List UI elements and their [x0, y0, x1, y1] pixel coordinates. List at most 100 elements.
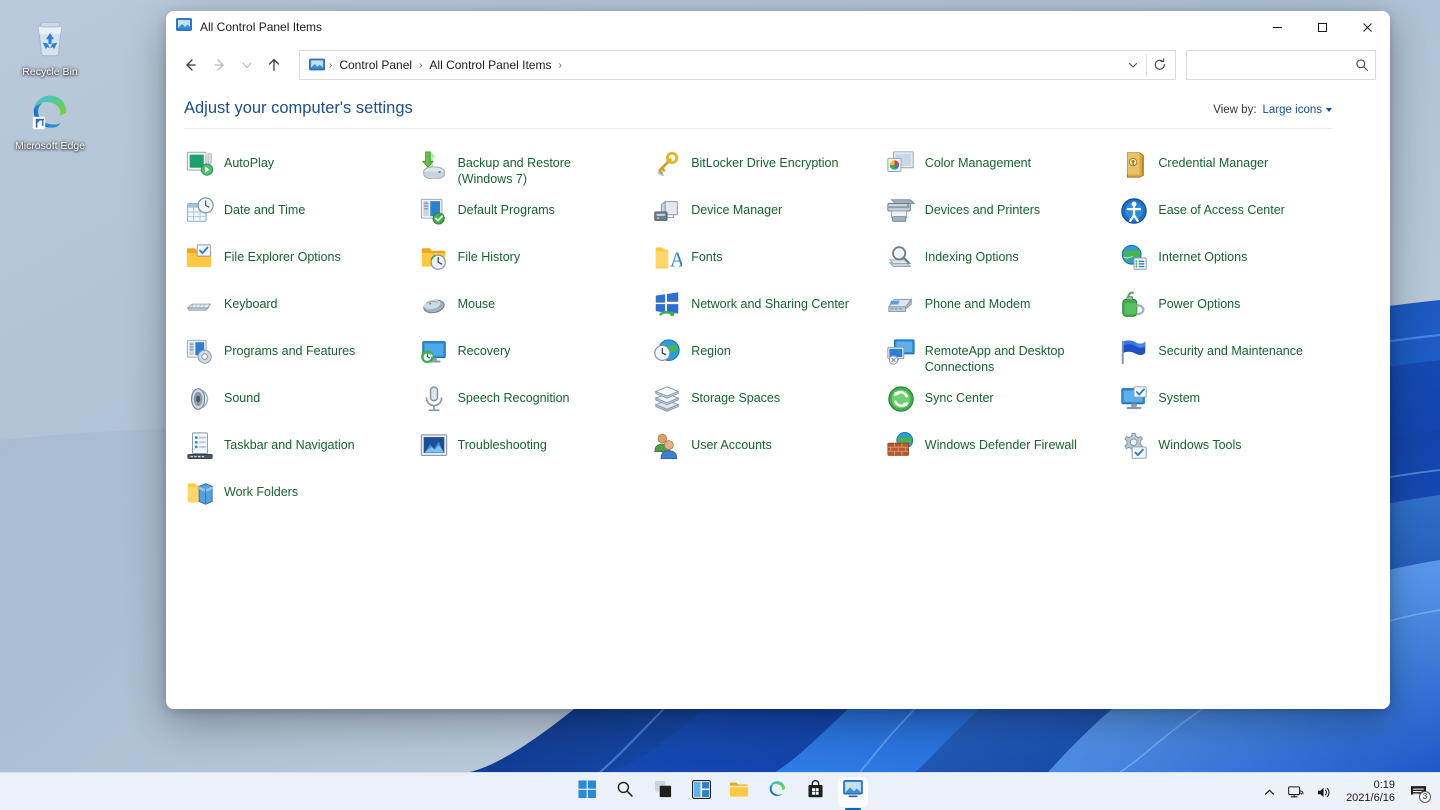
control-panel-item-device-manager[interactable]: Device Manager [649, 192, 883, 239]
control-panel-item-label: Sync Center [924, 391, 994, 405]
indexing-options-icon [885, 242, 917, 274]
control-panel-item-bitlocker-drive-encryption[interactable]: BitLocker Drive Encryption [649, 145, 883, 192]
page-title: Adjust your computer's settings [184, 99, 413, 117]
ease-of-access-icon [1118, 195, 1150, 227]
breadcrumb-item-control-panel[interactable]: Control Panel [334, 55, 417, 75]
notifications-button[interactable]: 3 [1405, 780, 1432, 805]
desktop: Recycle Bin Microsoft Edge All Control P… [0, 0, 1440, 810]
control-panel-item-speech-recognition[interactable]: Speech Recognition [416, 380, 650, 427]
control-panel-item-label: Power Options [1158, 297, 1241, 311]
control-panel-item-label: Phone and Modem [924, 297, 1031, 311]
control-panel-item-internet-options[interactable]: Internet Options [1116, 239, 1350, 286]
search-button[interactable] [610, 777, 640, 807]
control-panel-item-power-options[interactable]: Power Options [1116, 286, 1350, 333]
control-panel-item-indexing-options[interactable]: Indexing Options [883, 239, 1117, 286]
control-panel-item-security-and-maintenance[interactable]: Security and Maintenance [1116, 333, 1350, 380]
breadcrumb-separator: › [329, 59, 333, 71]
control-panel-item-system[interactable]: System [1116, 380, 1350, 427]
back-button[interactable] [176, 51, 204, 79]
clock[interactable]: 0:19 2021/6/16 [1340, 777, 1401, 807]
control-panel-item-file-explorer-options[interactable]: File Explorer Options [182, 239, 416, 286]
control-panel-button[interactable] [838, 776, 868, 807]
control-panel-item-windows-tools[interactable]: Windows Tools [1116, 427, 1350, 474]
breadcrumb-item-all-control-panel-items[interactable]: All Control Panel Items [424, 55, 556, 75]
start-button[interactable] [572, 777, 602, 807]
control-panel-item-fonts[interactable]: A Fonts [649, 239, 883, 286]
control-panel-item-label: Fonts [691, 250, 723, 264]
forward-button[interactable] [206, 51, 234, 79]
taskbar-navigation-icon [184, 430, 216, 462]
control-panel-item-keyboard[interactable]: Keyboard [182, 286, 416, 333]
control-panel-item-file-history[interactable]: File History [416, 239, 650, 286]
control-panel-item-label: Windows Tools [1158, 438, 1242, 452]
control-panel-item-windows-defender-firewall[interactable]: Windows Defender Firewall [883, 427, 1117, 474]
view-by-dropdown[interactable]: Large icons [1263, 104, 1332, 116]
widgets-button[interactable] [686, 777, 716, 807]
file-explorer-button[interactable] [724, 777, 754, 807]
microsoft-store-button[interactable] [800, 777, 830, 807]
credential-manager-icon [1118, 148, 1150, 180]
control-panel-item-credential-manager[interactable]: Credential Manager [1116, 145, 1350, 192]
control-panel-item-user-accounts[interactable]: User Accounts [649, 427, 883, 474]
control-panel-item-label: Internet Options [1158, 250, 1248, 264]
show-hidden-icons-button[interactable] [1259, 782, 1280, 803]
maximize-button[interactable] [1300, 11, 1345, 43]
control-panel-item-default-programs[interactable]: Default Programs [416, 192, 650, 239]
devices-printers-icon [885, 195, 917, 227]
microsoft-edge-icon [12, 88, 88, 136]
keyboard-icon [184, 289, 216, 321]
control-panel-item-date-and-time[interactable]: Date and Time [182, 192, 416, 239]
control-panel-item-label: Sound [224, 391, 261, 405]
search-box[interactable] [1186, 50, 1376, 80]
control-panel-item-label: Taskbar and Navigation [224, 438, 355, 452]
view-by-label: View by: [1213, 104, 1257, 116]
chevron-down-icon [1326, 108, 1332, 112]
speech-recognition-icon [418, 383, 450, 415]
control-panel-item-sound[interactable]: Sound [182, 380, 416, 427]
window-titlebar[interactable]: All Control Panel Items [166, 11, 1390, 43]
breadcrumb-root-icon[interactable] [307, 57, 327, 73]
recent-locations-button[interactable] [236, 51, 258, 79]
desktop-icon-label: Recycle Bin [22, 66, 78, 78]
close-button[interactable] [1345, 11, 1390, 43]
control-panel-item-color-management[interactable]: Color Management [883, 145, 1117, 192]
control-panel-item-recovery[interactable]: Recovery [416, 333, 650, 380]
control-panel-item-ease-of-access-center[interactable]: Ease of Access Center [1116, 192, 1350, 239]
user-accounts-icon [651, 430, 683, 462]
search-icon [616, 780, 634, 803]
control-panel-item-mouse[interactable]: Mouse [416, 286, 650, 333]
control-panel-item-backup-and-restore-windows-7[interactable]: Backup and Restore (Windows 7) [416, 145, 650, 192]
control-panel-item-storage-spaces[interactable]: Storage Spaces [649, 380, 883, 427]
control-panel-item-region[interactable]: Region [649, 333, 883, 380]
control-panel-item-work-folders[interactable]: Work Folders [182, 474, 416, 521]
desktop-icon-recycle-bin[interactable]: Recycle Bin [12, 14, 88, 79]
network-icon[interactable] [1284, 781, 1308, 804]
address-dropdown-button[interactable] [1120, 52, 1146, 78]
control-panel-item-phone-and-modem[interactable]: Phone and Modem [883, 286, 1117, 333]
control-panel-item-troubleshooting[interactable]: Troubleshooting [416, 427, 650, 474]
control-panel-item-devices-and-printers[interactable]: Devices and Printers [883, 192, 1117, 239]
view-by-control: View by: Large icons [1213, 99, 1332, 116]
control-panel-item-label: Mouse [457, 297, 496, 311]
refresh-button[interactable] [1147, 52, 1173, 78]
control-panel-item-network-and-sharing-center[interactable]: Network and Sharing Center [649, 286, 883, 333]
notification-badge: 3 [1419, 790, 1431, 803]
up-button[interactable] [260, 51, 288, 79]
control-panel-item-autoplay[interactable]: AutoPlay [182, 145, 416, 192]
control-panel-item-sync-center[interactable]: Sync Center [883, 380, 1117, 427]
control-panel-item-label: Windows Defender Firewall [924, 438, 1077, 452]
minimize-button[interactable] [1255, 11, 1300, 43]
bitlocker-icon [651, 148, 683, 180]
volume-icon[interactable] [1312, 781, 1336, 804]
search-input[interactable] [1196, 58, 1355, 72]
network-sharing-icon [651, 289, 683, 321]
search-icon[interactable] [1355, 58, 1369, 72]
control-panel-item-label: Keyboard [224, 297, 278, 311]
control-panel-item-taskbar-and-navigation[interactable]: Taskbar and Navigation [182, 427, 416, 474]
control-panel-item-programs-and-features[interactable]: Programs and Features [182, 333, 416, 380]
address-bar[interactable]: › Control Panel › All Control Panel Item… [299, 50, 1176, 80]
task-view-button[interactable] [648, 777, 678, 807]
control-panel-item-remoteapp-and-desktop-connections[interactable]: RemoteApp and Desktop Connections [883, 333, 1117, 380]
microsoft-edge-button[interactable] [762, 777, 792, 807]
desktop-icon-microsoft-edge[interactable]: Microsoft Edge [12, 88, 88, 153]
